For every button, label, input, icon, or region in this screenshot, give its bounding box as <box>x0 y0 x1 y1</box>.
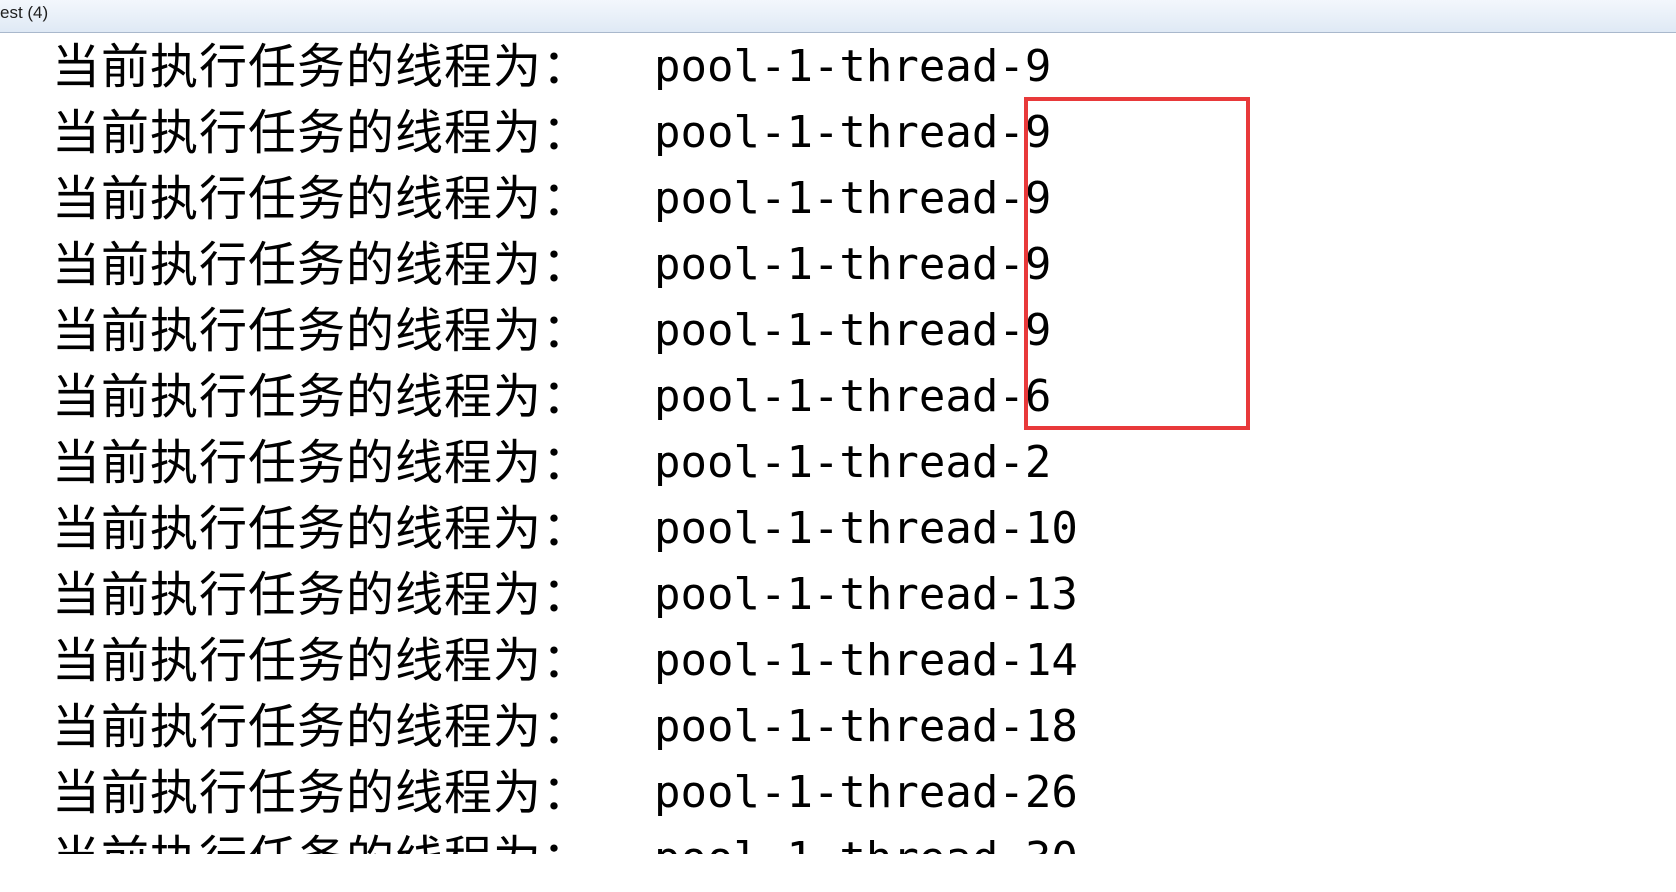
thread-name: pool-1-thread-13 <box>654 569 1078 620</box>
thread-name: pool-1-thread-9 <box>654 41 1052 92</box>
thread-name: pool-1-thread-6 <box>654 371 1052 422</box>
line-prefix: 当前执行任务的线程为： <box>52 501 592 557</box>
line-prefix: 当前执行任务的线程为： <box>52 435 592 491</box>
console-line: 当前执行任务的线程为： pool-1-thread-9 <box>52 34 1051 100</box>
line-prefix: 当前执行任务的线程为： <box>52 567 592 623</box>
console-output[interactable]: 当前执行任务的线程为： pool-1-thread-9 当前执行任务的线程为： po… <box>0 34 1676 854</box>
console-line: 当前执行任务的线程为： pool-1-thread-2 <box>52 430 1051 496</box>
thread-name: pool-1-thread-9 <box>654 107 1052 158</box>
thread-name: pool-1-thread-26 <box>654 767 1078 818</box>
line-prefix: 当前执行任务的线程为： <box>52 369 592 425</box>
console-line: 当前执行任务的线程为： pool-1-thread-26 <box>52 760 1078 826</box>
window-title: est (4) <box>0 3 49 22</box>
console-window: est (4) 当前执行任务的线程为： pool-1-thread-9 当前执行任… <box>0 0 1676 892</box>
line-prefix: 当前执行任务的线程为： <box>52 765 592 821</box>
line-prefix: 当前执行任务的线程为： <box>52 699 592 755</box>
line-prefix: 当前执行任务的线程为： <box>52 633 592 689</box>
console-line: 当前执行任务的线程为： pool-1-thread-9 <box>52 100 1051 166</box>
thread-name: pool-1-thread-9 <box>654 239 1052 290</box>
line-prefix: 当前执行任务的线程为： <box>52 39 592 95</box>
console-line: 当前执行任务的线程为： pool-1-thread-18 <box>52 694 1078 760</box>
thread-name: pool-1-thread-2 <box>654 437 1052 488</box>
thread-name: pool-1-thread-10 <box>654 503 1078 554</box>
console-line: 当前执行任务的线程为： pool-1-thread-13 <box>52 562 1078 628</box>
console-line: 当前执行任务的线程为： pool-1-thread-9 <box>52 232 1051 298</box>
line-prefix: 当前执行任务的线程为： <box>52 831 591 854</box>
console-line: 当前执行任务的线程为： pool-1-thread-10 <box>52 496 1078 562</box>
thread-name: pool-1-thread-14 <box>654 635 1078 686</box>
thread-name: pool-1-thread-9 <box>654 173 1052 224</box>
highlight-annotation-box <box>1024 97 1250 430</box>
line-prefix: 当前执行任务的线程为： <box>52 303 592 359</box>
thread-name: pool-1-thread-30 <box>654 826 1078 854</box>
console-line: 当前执行任务的线程为： pool-1-thread-14 <box>52 628 1078 694</box>
line-prefix: 当前执行任务的线程为： <box>52 171 592 227</box>
console-line: 当前执行任务的线程为： pool-1-thread-30 <box>52 826 1078 854</box>
thread-name: pool-1-thread-9 <box>654 305 1052 356</box>
console-line: 当前执行任务的线程为： pool-1-thread-9 <box>52 166 1051 232</box>
line-prefix: 当前执行任务的线程为： <box>52 105 592 161</box>
console-line: 当前执行任务的线程为： pool-1-thread-6 <box>52 364 1051 430</box>
thread-name: pool-1-thread-18 <box>654 701 1078 752</box>
line-prefix: 当前执行任务的线程为： <box>52 237 592 293</box>
console-line: 当前执行任务的线程为： pool-1-thread-9 <box>52 298 1051 364</box>
title-bar: est (4) <box>0 0 1676 33</box>
bottom-cut-area <box>0 854 1676 892</box>
